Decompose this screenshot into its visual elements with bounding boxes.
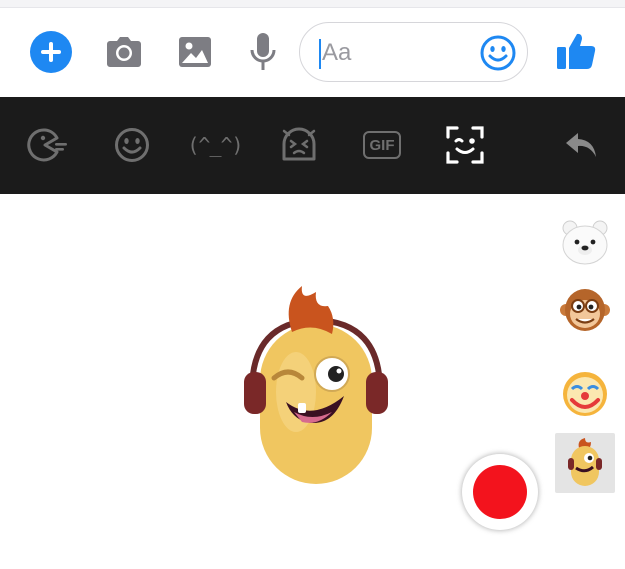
mask-monkey[interactable] (555, 280, 615, 340)
emoji-button[interactable] (479, 34, 517, 72)
polar-bear-icon (562, 220, 608, 265)
kaomoji-label: (^_^) (187, 133, 243, 157)
microphone-icon (250, 33, 276, 70)
smile-icon (115, 128, 149, 162)
record-indicator (473, 465, 527, 519)
composer-bar (0, 8, 625, 97)
plus-icon (41, 42, 61, 62)
gif-label: GIF (369, 136, 395, 154)
cyclops-avatar (244, 286, 388, 484)
reply-arrow-icon (566, 133, 596, 157)
like-button[interactable] (553, 28, 599, 74)
record-button[interactable] (462, 454, 538, 530)
camera-icon (107, 37, 141, 67)
voice-button[interactable] (245, 30, 281, 74)
thumbs-up-icon (557, 33, 596, 69)
content-mode-bar: (^_^) GIF (0, 97, 625, 194)
face-scan-icon (446, 126, 484, 164)
camera-preview (0, 194, 625, 569)
message-input[interactable] (322, 31, 472, 75)
mask-cyclops[interactable] (555, 433, 615, 493)
mask-clown[interactable] (555, 364, 615, 424)
smile-icon (480, 35, 516, 71)
tab-reactions[interactable] (278, 125, 320, 165)
more-actions-button[interactable] (30, 31, 72, 73)
text-cursor (319, 39, 321, 69)
messenger-screen: (^_^) GIF (0, 0, 625, 569)
tab-emoji[interactable] (112, 125, 152, 165)
monkey-icon (560, 289, 610, 331)
image-icon (179, 37, 211, 67)
cyclops-icon (568, 438, 602, 486)
tab-face-filter[interactable] (443, 125, 487, 165)
mask-polar-bear[interactable] (555, 212, 615, 272)
gif-badge: GIF (363, 131, 401, 159)
top-edge (0, 0, 625, 8)
clown-icon (563, 372, 607, 416)
tab-kaomoji[interactable]: (^_^) (187, 125, 243, 165)
squint-face-icon (282, 127, 316, 161)
camera-button[interactable] (104, 32, 144, 72)
message-input-container[interactable] (299, 22, 528, 82)
pacman-icon (27, 128, 67, 162)
tab-gif[interactable]: GIF (361, 125, 403, 165)
tab-stickers[interactable] (26, 125, 72, 165)
back-button[interactable] (561, 125, 601, 165)
gallery-button[interactable] (175, 32, 215, 72)
